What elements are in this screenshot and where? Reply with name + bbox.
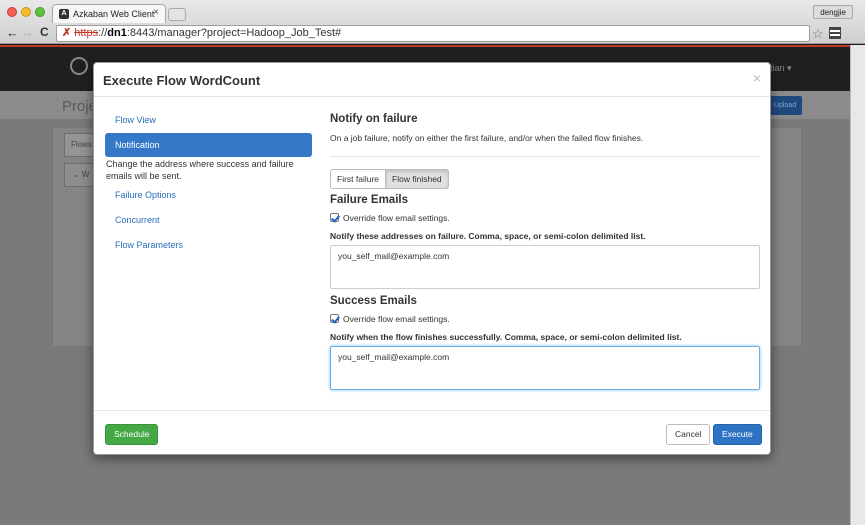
failure-override-row: Override flow email settings. <box>330 213 450 223</box>
failure-field-label: Notify these addresses on failure. Comma… <box>330 231 646 241</box>
upload-button: Upload <box>768 96 802 115</box>
sidebar-item-concurrent[interactable]: Concurrent <box>105 208 312 232</box>
failure-override-checkbox[interactable] <box>330 213 339 222</box>
page-user-menu: tian ▾ <box>770 63 792 73</box>
failure-emails-heading: Failure Emails <box>330 194 408 206</box>
browser-tab[interactable]: A Azkaban Web Client × <box>52 4 166 23</box>
modal-footer: Schedule Cancel Execute <box>94 410 770 455</box>
tab-title: Azkaban Web Client <box>73 9 155 19</box>
back-arrow-icon[interactable]: ← <box>6 25 19 40</box>
menu-icon[interactable] <box>829 27 841 39</box>
execute-flow-modal: Execute Flow WordCount × Flow View Notif… <box>93 62 771 455</box>
bookmark-star-icon[interactable]: ☆ <box>812 26 824 42</box>
success-field-label: Notify when the flow finishes successful… <box>330 332 682 342</box>
modal-title: Execute Flow WordCount <box>103 73 261 88</box>
browser-chrome: A Azkaban Web Client × dengjie ← → C ✗ ht… <box>0 0 865 44</box>
close-icon[interactable]: × <box>753 70 761 86</box>
success-override-checkbox[interactable] <box>330 314 339 323</box>
sidebar-item-failure-options[interactable]: Failure Options <box>105 183 312 207</box>
url-scheme: https <box>74 27 99 39</box>
notify-description: On a job failure, notify on either the f… <box>330 133 644 143</box>
modal-header: Execute Flow WordCount × <box>94 63 770 97</box>
url-path: :8443/manager?project=Hadoop_Job_Test# <box>126 27 342 39</box>
cancel-button[interactable]: Cancel <box>666 424 711 445</box>
browser-user-badge[interactable]: dengjie <box>813 5 853 19</box>
divider <box>330 156 760 157</box>
success-override-row: Override flow email settings. <box>330 314 450 324</box>
url-separator: :// <box>98 27 108 39</box>
window-close-button[interactable] <box>7 7 17 17</box>
success-emails-heading: Success Emails <box>330 295 417 307</box>
sidebar-item-flow-parameters[interactable]: Flow Parameters <box>105 233 312 257</box>
flows-tab: Flows <box>64 133 96 157</box>
flow-finished-button[interactable]: Flow finished <box>386 169 449 189</box>
success-override-label: Override flow email settings. <box>343 314 450 324</box>
sidebar-item-notification[interactable]: Notification <box>105 133 312 157</box>
tab-close-icon[interactable]: × <box>153 7 159 18</box>
notify-toggle-group: First failure Flow finished <box>330 169 449 189</box>
schedule-button[interactable]: Schedule <box>105 424 159 445</box>
failure-override-label: Override flow email settings. <box>343 213 450 223</box>
window-zoom-button[interactable] <box>35 7 45 17</box>
execute-button[interactable]: Execute <box>713 424 762 445</box>
window-minimize-button[interactable] <box>21 7 31 17</box>
notify-heading: Notify on failure <box>330 113 418 125</box>
address-bar[interactable]: ✗ https://dn1:8443/manager?project=Hadoop… <box>56 25 810 42</box>
forward-arrow-icon[interactable]: → <box>21 25 34 40</box>
first-failure-button[interactable]: First failure <box>330 169 387 189</box>
success-emails-textarea[interactable]: you_self_mail@example.com <box>330 346 760 390</box>
failure-emails-textarea[interactable]: you_self_mail@example.com <box>330 245 760 289</box>
new-tab-button[interactable] <box>168 8 186 21</box>
page-title: Proje <box>62 98 98 115</box>
sidebar-help-text: Change the address where success and fai… <box>106 159 294 181</box>
sidebar-item-flow-view[interactable]: Flow View <box>105 108 312 132</box>
azkaban-favicon-icon: A <box>59 9 69 19</box>
page-scrollbar[interactable] <box>850 45 865 525</box>
azkaban-logo-icon <box>70 57 88 75</box>
url-host-text: dn1 <box>107 27 127 39</box>
insecure-lock-icon: ✗ <box>62 27 72 39</box>
reload-icon[interactable]: C <box>40 25 49 39</box>
url-host: dn1 <box>107 27 127 39</box>
